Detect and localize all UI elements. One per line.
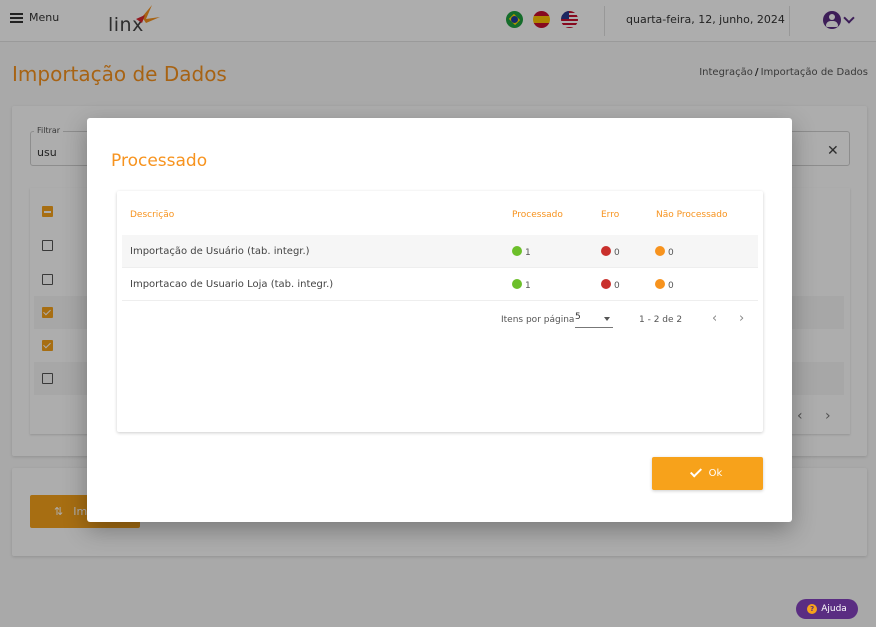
- check-icon: [689, 465, 702, 478]
- processed-dialog: Processado Descrição Processado Erro Não…: [87, 118, 792, 522]
- processed-status-dot-icon: [512, 279, 522, 289]
- question-icon: ?: [807, 604, 818, 614]
- error-status-dot-icon: [601, 279, 611, 289]
- table-row: Importacao de Usuario Loja (tab. integr.…: [122, 268, 758, 301]
- column-header-description[interactable]: Descrição: [130, 210, 174, 220]
- chevron-left-icon[interactable]: ‹: [712, 311, 717, 326]
- ok-button[interactable]: Ok: [652, 457, 763, 490]
- column-header-error[interactable]: Erro: [601, 210, 619, 220]
- dialog-title: Processado: [111, 151, 208, 171]
- error-cell: 0: [601, 279, 620, 291]
- caret-down-icon: [604, 317, 610, 321]
- error-cell: 0: [601, 246, 620, 258]
- not-processed-cell: 0: [655, 279, 674, 291]
- processed-table: Descrição Processado Erro Não Processado…: [117, 191, 763, 432]
- column-header-processed[interactable]: Processado: [512, 210, 563, 220]
- page-size-select[interactable]: 5: [575, 312, 613, 328]
- chevron-right-icon[interactable]: ›: [739, 311, 744, 326]
- processed-status-dot-icon: [512, 246, 522, 256]
- processed-cell: 1: [512, 246, 531, 258]
- help-button[interactable]: ? Ajuda: [796, 599, 858, 619]
- help-label: Ajuda: [821, 604, 847, 614]
- table-row: Importação de Usuário (tab. integr.) 1 0…: [122, 235, 758, 268]
- not-processed-status-dot-icon: [655, 246, 665, 256]
- error-status-dot-icon: [601, 246, 611, 256]
- row-description: Importacao de Usuario Loja (tab. integr.…: [130, 279, 334, 290]
- pagination-range: 1 - 2 de 2: [639, 315, 683, 325]
- ok-label: Ok: [708, 468, 723, 479]
- not-processed-cell: 0: [655, 246, 674, 258]
- processed-cell: 1: [512, 279, 531, 291]
- page-size-value: 5: [575, 312, 581, 322]
- not-processed-status-dot-icon: [655, 279, 665, 289]
- items-per-page-label: Itens por página: [501, 315, 575, 325]
- column-header-not-processed[interactable]: Não Processado: [656, 210, 728, 220]
- row-description: Importação de Usuário (tab. integr.): [130, 246, 310, 257]
